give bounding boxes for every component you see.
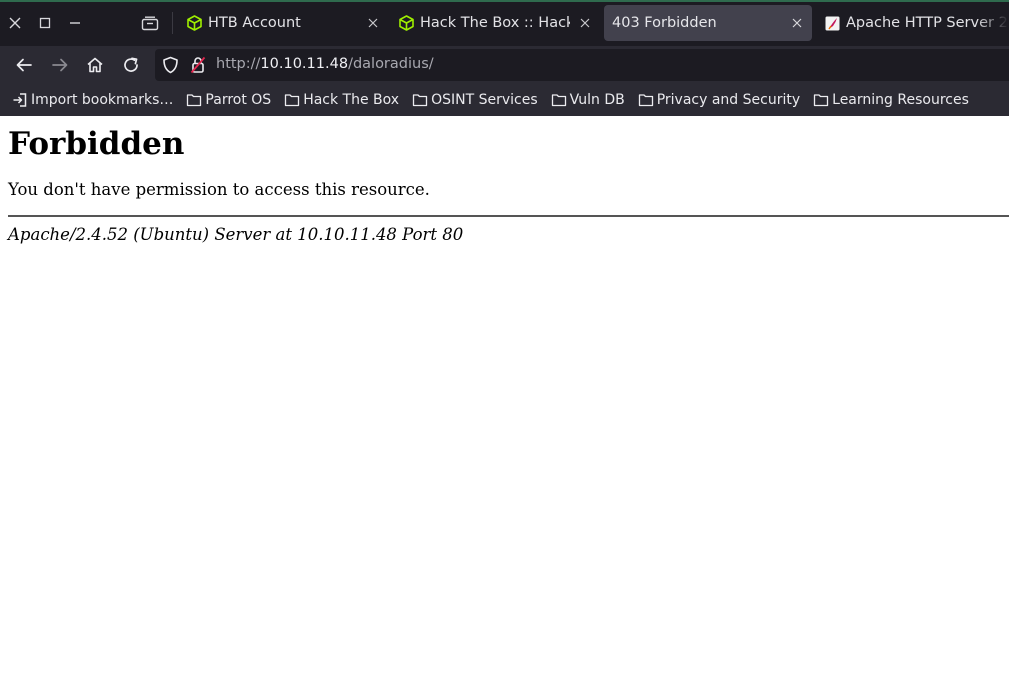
bookmark-label: Hack The Box [303, 92, 400, 108]
apache-feather-icon [824, 15, 840, 31]
bookmark-label: Vuln DB [569, 92, 625, 108]
bookmark-folder-privacy-and-security[interactable]: Privacy and Security [638, 92, 800, 108]
htb-cube-icon [398, 15, 414, 31]
tab-title: 403 Forbidden [612, 15, 717, 31]
bookmark-folder-learning-resources[interactable]: Learning Resources [813, 92, 969, 108]
bookmark-folder-osint-services[interactable]: OSINT Services [412, 92, 538, 108]
firefox-view-button[interactable] [139, 12, 161, 34]
close-icon [368, 18, 378, 28]
tab-strip: HTB Account Hack The Box :: Hack The 403… [0, 0, 1009, 46]
tabstrip-accent-line [0, 0, 1009, 2]
arrow-right-icon [52, 58, 68, 72]
tab-403-forbidden[interactable]: 403 Forbidden [604, 5, 812, 41]
reload-icon [124, 57, 138, 72]
tab-htb-account[interactable]: HTB Account [174, 5, 388, 41]
folder-icon [638, 94, 653, 107]
url-host: 10.10.11.48 [260, 56, 349, 72]
tab-hack-the-box[interactable]: Hack The Box :: Hack The [386, 5, 600, 41]
bookmark-label: Learning Resources [832, 92, 969, 108]
bookmark-label: Import bookmarks… [31, 92, 174, 108]
firefox-view-icon [141, 16, 159, 31]
tab-title: Hack The Box :: Hack The [420, 15, 570, 31]
window-minimize-button[interactable] [64, 12, 86, 34]
home-button[interactable] [82, 52, 108, 78]
error-message: You don't have permission to access this… [8, 180, 430, 199]
back-button[interactable] [11, 52, 37, 78]
server-signature: Apache/2.4.52 (Ubuntu) Server at 10.10.1… [8, 225, 464, 244]
bookmark-import[interactable]: Import bookmarks… [12, 92, 173, 108]
shield-icon [163, 56, 178, 74]
reload-button[interactable] [118, 52, 144, 78]
bookmark-label: Parrot OS [205, 92, 272, 108]
bookmark-label: Privacy and Security [656, 92, 801, 108]
import-icon [13, 93, 27, 107]
folder-icon [187, 94, 202, 107]
url-path: /daloradius/ [348, 56, 434, 72]
folder-icon [813, 94, 829, 107]
close-icon [580, 18, 590, 28]
insecure-lock-icon [190, 56, 206, 74]
bookmark-folder-hack-the-box[interactable]: Hack The Box [284, 92, 399, 108]
tab-apache-http-server[interactable]: Apache HTTP Server 2.4 [812, 5, 1009, 41]
bookmarks-toolbar: Import bookmarks… Parrot OS Hack The Box… [0, 84, 1009, 116]
folder-icon [285, 94, 300, 107]
tab-title: HTB Account [208, 15, 301, 31]
close-icon [792, 18, 802, 28]
bookmark-label: OSINT Services [431, 92, 538, 108]
folder-icon [551, 94, 566, 107]
folder-icon [412, 94, 428, 107]
url-scheme: http:// [216, 56, 261, 72]
window-maximize-button[interactable] [34, 12, 56, 34]
home-icon [87, 57, 103, 73]
navigation-toolbar: http://10.10.11.48/daloradius/ [0, 46, 1009, 84]
tracking-protection-button[interactable] [162, 56, 179, 78]
minimize-icon [70, 22, 80, 24]
site-security-button[interactable] [190, 56, 206, 78]
page-content: Forbidden You don't have permission to a… [8, 116, 1009, 245]
page-heading: Forbidden [8, 126, 185, 162]
bookmark-folder-parrot-os[interactable]: Parrot OS [186, 92, 271, 108]
address-bar[interactable]: http://10.10.11.48/daloradius/ [155, 49, 1009, 81]
tab-close-button[interactable] [576, 14, 594, 32]
close-icon [9, 17, 21, 29]
maximize-icon [39, 17, 51, 29]
bookmark-folder-vuln-db[interactable]: Vuln DB [551, 92, 625, 108]
url-text: http://10.10.11.48/daloradius/ [216, 56, 434, 72]
tab-separator [172, 12, 173, 34]
htb-cube-icon [186, 15, 202, 31]
tab-title: Apache HTTP Server 2.4 [846, 15, 1009, 31]
divider [8, 215, 1009, 217]
tab-close-button[interactable] [788, 14, 806, 32]
tab-close-button[interactable] [364, 14, 382, 32]
window-close-button[interactable] [4, 12, 26, 34]
forward-button[interactable] [47, 52, 73, 78]
arrow-left-icon [16, 58, 32, 72]
